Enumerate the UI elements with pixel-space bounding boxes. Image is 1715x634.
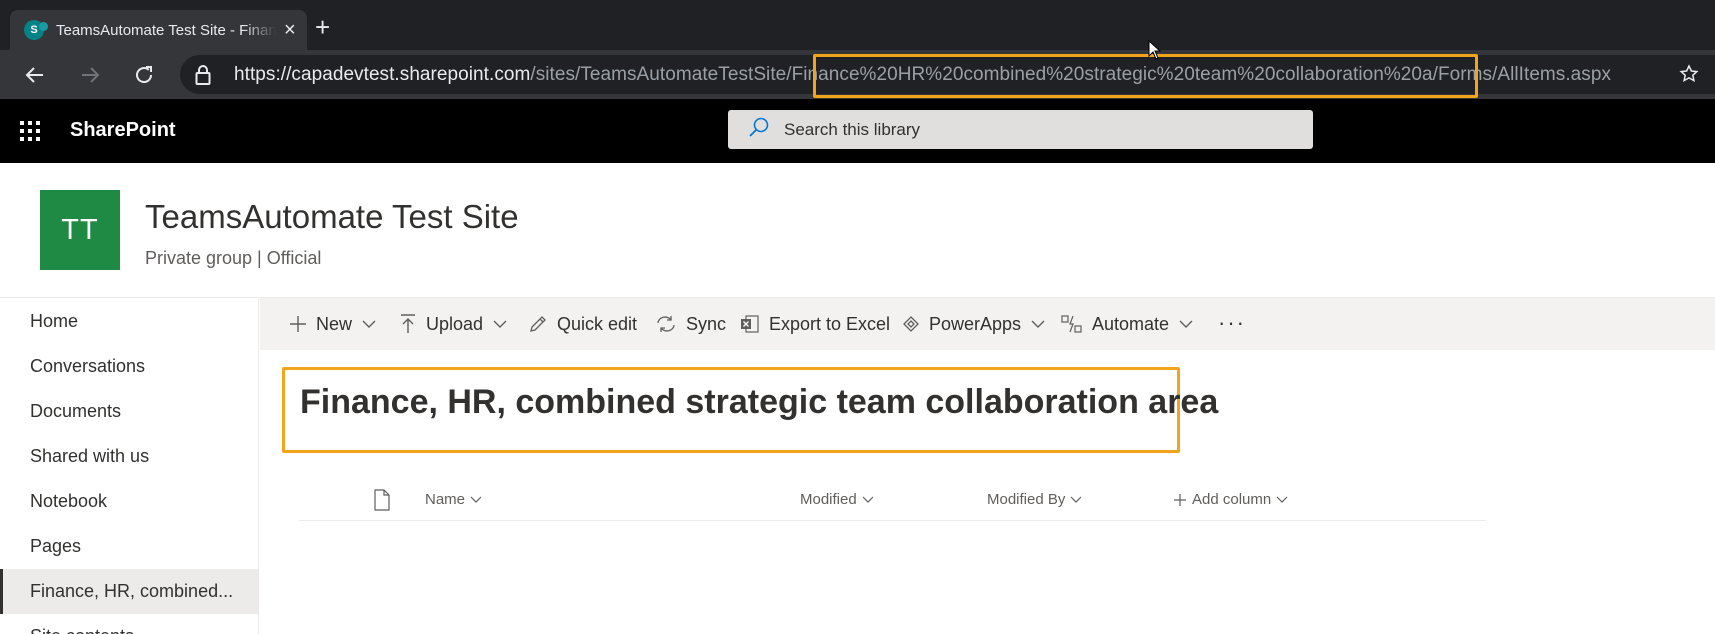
modified-by-column-header[interactable]: Modified By — [987, 491, 1082, 508]
more-options-icon[interactable]: ··· — [1218, 310, 1246, 336]
nav-item-documents[interactable]: Documents — [0, 389, 258, 434]
modified-column-header[interactable]: Modified — [800, 491, 874, 508]
suite-bar: SharePoint Search this library — [0, 99, 1715, 163]
sync-icon — [657, 316, 675, 332]
site-subtitle: Private group | Official — [145, 248, 322, 268]
search-icon — [748, 116, 770, 143]
chevron-down-icon — [1031, 320, 1045, 328]
new-button[interactable]: New — [289, 298, 376, 350]
library-title: Finance, HR, combined strategic team col… — [300, 383, 1219, 421]
lock-icon — [195, 65, 211, 90]
list-column-headers: Name Modified Modified By Add column — [299, 481, 1486, 521]
command-bar: New Upload Quick edit Sync Export to Exc… — [260, 298, 1715, 350]
back-icon[interactable] — [20, 60, 50, 90]
close-tab-icon[interactable]: × — [284, 20, 296, 40]
url-highlight-box — [813, 54, 1478, 98]
mouse-cursor-icon — [1148, 40, 1162, 60]
tab-title: TeamsAutomate Test Site - Finance — [56, 21, 276, 39]
forward-icon[interactable] — [75, 60, 105, 90]
chevron-down-icon — [862, 496, 874, 503]
chevron-down-icon — [470, 496, 482, 503]
search-input[interactable]: Search this library — [784, 120, 920, 140]
excel-icon — [741, 315, 759, 333]
pencil-icon — [530, 316, 546, 332]
browser-tab[interactable]: S TeamsAutomate Test Site - Finance × — [10, 10, 307, 50]
nav-item-shared-with-us[interactable]: Shared with us — [0, 434, 258, 479]
site-logo[interactable]: TT — [40, 190, 120, 270]
app-launcher-icon[interactable] — [18, 119, 42, 143]
plus-icon — [1174, 493, 1186, 506]
upload-button[interactable]: Upload — [399, 298, 507, 350]
refresh-icon[interactable] — [129, 60, 159, 90]
nav-item-conversations[interactable]: Conversations — [0, 344, 258, 389]
nav-item-pages[interactable]: Pages — [0, 524, 258, 569]
bookmark-star-icon[interactable] — [1679, 64, 1699, 89]
sync-button[interactable]: Sync — [655, 298, 726, 350]
nav-item-home[interactable]: Home — [0, 299, 258, 344]
new-tab-icon[interactable]: + — [315, 14, 330, 40]
chevron-down-icon — [493, 320, 507, 328]
sharepoint-brand-link[interactable]: SharePoint — [70, 119, 176, 142]
file-type-column-icon[interactable] — [373, 489, 391, 511]
nav-item-notebook[interactable]: Notebook — [0, 479, 258, 524]
nav-item-site-contents[interactable]: Site contents — [0, 614, 258, 634]
quick-edit-button[interactable]: Quick edit — [528, 298, 637, 350]
export-to-excel-button[interactable]: Export to Excel — [740, 298, 890, 350]
powerapps-icon — [903, 316, 919, 332]
left-navigation: Home Conversations Documents Shared with… — [0, 298, 259, 634]
upload-icon — [401, 314, 415, 333]
automate-button[interactable]: Automate — [1061, 298, 1193, 350]
chevron-down-icon — [1179, 320, 1193, 328]
site-title[interactable]: TeamsAutomate Test Site — [145, 198, 519, 236]
chevron-down-icon — [1276, 496, 1288, 503]
browser-tab-strip: S TeamsAutomate Test Site - Finance × + — [0, 0, 1715, 50]
nav-item-finance-library[interactable]: Finance, HR, combined... — [0, 569, 258, 614]
add-column-button[interactable]: Add column — [1174, 491, 1288, 508]
sharepoint-favicon-icon: S — [24, 20, 48, 40]
powerapps-button[interactable]: PowerApps — [902, 298, 1045, 350]
name-column-header[interactable]: Name — [425, 491, 482, 508]
chevron-down-icon — [362, 320, 376, 328]
chevron-down-icon — [1070, 496, 1082, 503]
automate-icon — [1061, 315, 1082, 333]
plus-icon — [290, 316, 306, 332]
search-box[interactable]: Search this library — [728, 110, 1313, 149]
site-header: TT TeamsAutomate Test Site Private group… — [0, 163, 1715, 298]
